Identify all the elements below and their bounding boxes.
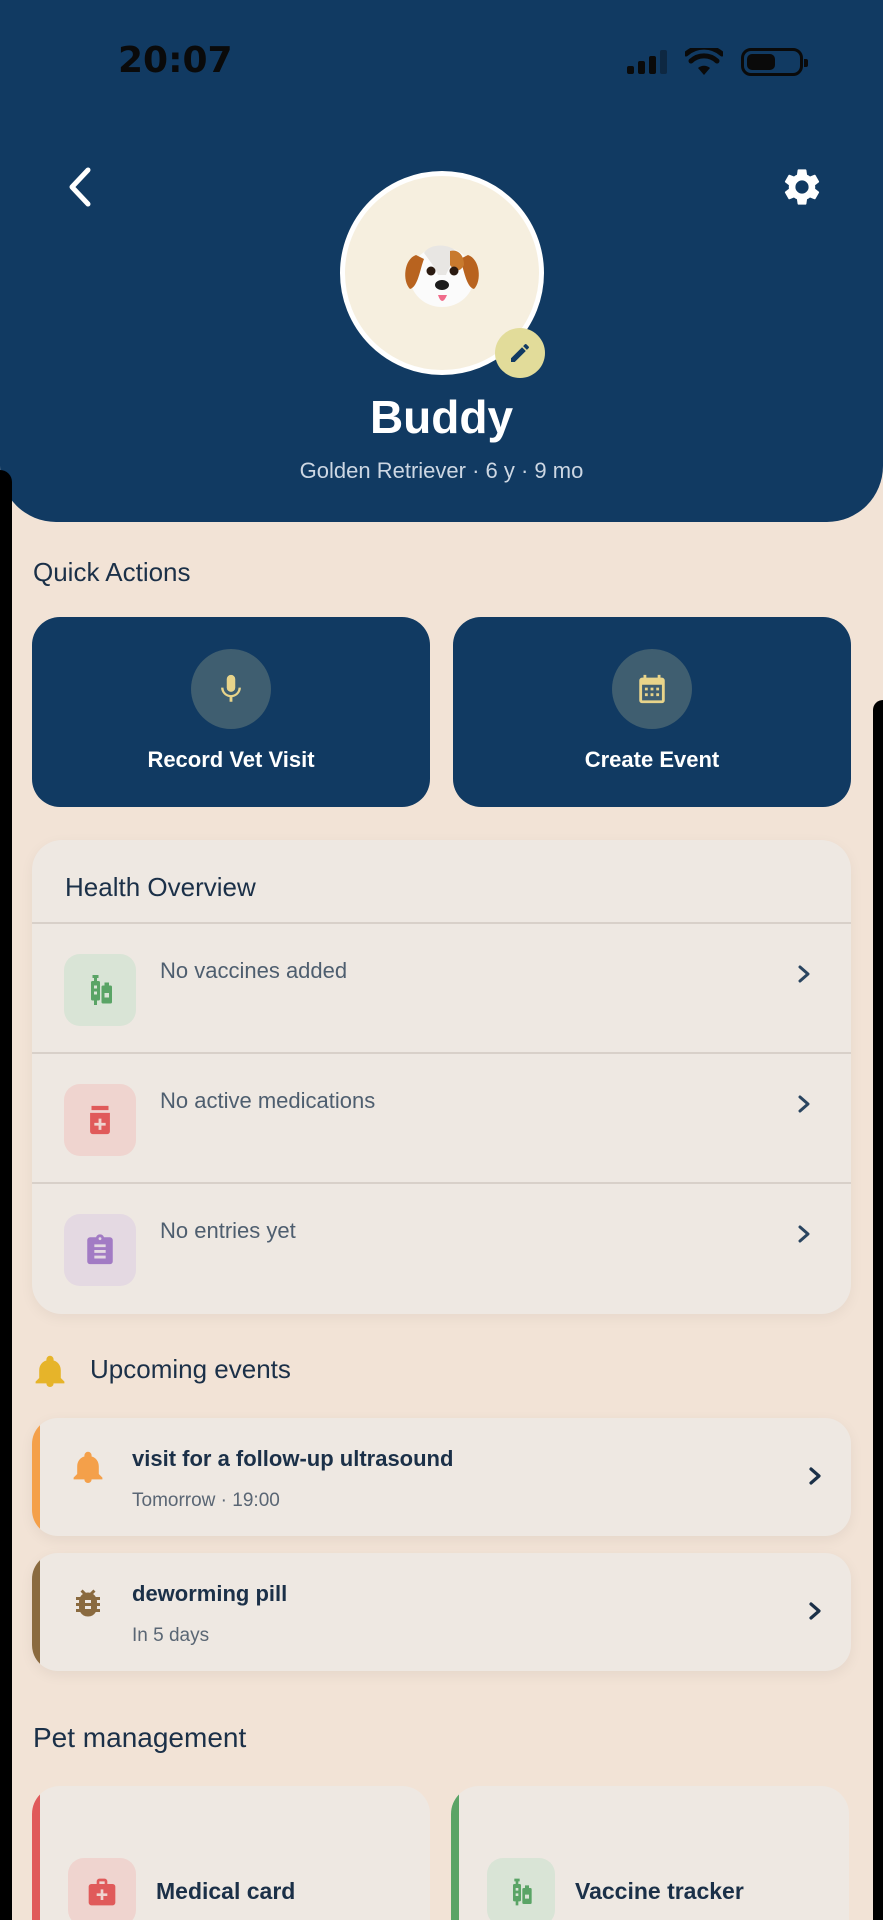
event-title: deworming pill bbox=[132, 1581, 288, 1606]
health-row-entries[interactable]: No entries yet bbox=[32, 1184, 851, 1312]
battery-icon bbox=[741, 48, 808, 76]
wifi-icon bbox=[685, 48, 723, 75]
status-time: 20:07 bbox=[118, 40, 233, 81]
medications-text: No active medications bbox=[160, 1088, 376, 1113]
event-time: Tomorrow · 19:00 bbox=[132, 1490, 280, 1511]
gear-icon bbox=[784, 169, 820, 205]
screen-edge bbox=[0, 470, 12, 1920]
vaccine-icon bbox=[64, 954, 136, 1026]
back-button[interactable] bbox=[60, 162, 100, 212]
pet-management-title: Pet management bbox=[33, 1722, 247, 1753]
vaccine-tracker-button[interactable]: Vaccine tracker bbox=[451, 1786, 849, 1920]
record-vet-visit-label: Record Vet Visit bbox=[147, 747, 315, 772]
create-event-button[interactable]: Create Event bbox=[453, 617, 851, 807]
entries-text: No entries yet bbox=[160, 1218, 296, 1243]
chevron-left-icon bbox=[69, 167, 91, 207]
event-card[interactable]: deworming pill In 5 days bbox=[32, 1553, 851, 1671]
dog-face-icon bbox=[405, 245, 479, 307]
health-overview-title: Health Overview bbox=[65, 872, 256, 902]
bell-icon bbox=[73, 1451, 103, 1483]
vaccine-tracker-label: Vaccine tracker bbox=[575, 1878, 744, 1904]
event-title: visit for a follow-up ultrasound bbox=[132, 1446, 454, 1471]
medication-icon bbox=[64, 1084, 136, 1156]
vaccine-icon bbox=[487, 1858, 555, 1920]
chevron-right-icon bbox=[809, 1467, 821, 1485]
first-aid-icon bbox=[68, 1858, 136, 1920]
create-event-label: Create Event bbox=[584, 747, 720, 772]
profile-header: 20:07 Buddy Golden Retriever · 6 y · 9 m… bbox=[0, 0, 883, 522]
screen-edge bbox=[873, 700, 883, 1920]
health-overview-card: Health Overview No vaccines added No act… bbox=[32, 840, 851, 1314]
chevron-right-icon bbox=[798, 1095, 810, 1113]
medical-card-button[interactable]: Medical card bbox=[32, 1786, 430, 1920]
microphone-icon bbox=[191, 649, 271, 729]
event-card[interactable]: visit for a follow-up ultrasound Tomorro… bbox=[32, 1418, 851, 1536]
status-icons bbox=[627, 48, 808, 76]
event-time: In 5 days bbox=[132, 1625, 210, 1646]
accent-bar bbox=[451, 1786, 459, 1920]
edit-avatar-button[interactable] bbox=[495, 328, 545, 378]
bug-icon bbox=[76, 1589, 100, 1617]
bell-icon bbox=[35, 1355, 65, 1387]
battery-level bbox=[747, 54, 775, 70]
upcoming-events-title: Upcoming events bbox=[90, 1354, 291, 1384]
chevron-right-icon bbox=[798, 1225, 810, 1243]
screen: 20:07 Buddy Golden Retriever · 6 y · 9 m… bbox=[0, 0, 883, 1920]
event-accent-bar bbox=[32, 1418, 40, 1536]
health-row-medications[interactable]: No active medications bbox=[32, 1054, 851, 1182]
event-accent-bar bbox=[32, 1553, 40, 1671]
calendar-icon bbox=[612, 649, 692, 729]
accent-bar bbox=[32, 1786, 40, 1920]
health-row-vaccines[interactable]: No vaccines added bbox=[32, 924, 851, 1052]
pet-details: Golden Retriever · 6 y · 9 mo bbox=[299, 458, 584, 483]
medical-card-label: Medical card bbox=[156, 1878, 296, 1904]
clipboard-icon bbox=[64, 1214, 136, 1286]
record-vet-visit-button[interactable]: Record Vet Visit bbox=[32, 617, 430, 807]
chevron-right-icon bbox=[809, 1602, 821, 1620]
quick-actions-title: Quick Actions bbox=[33, 557, 191, 587]
chevron-right-icon bbox=[798, 965, 810, 983]
signal-icon bbox=[627, 50, 667, 74]
settings-button[interactable] bbox=[780, 165, 824, 209]
pet-name: Buddy bbox=[369, 391, 514, 443]
vaccines-text: No vaccines added bbox=[160, 958, 348, 983]
pencil-icon bbox=[511, 343, 530, 362]
